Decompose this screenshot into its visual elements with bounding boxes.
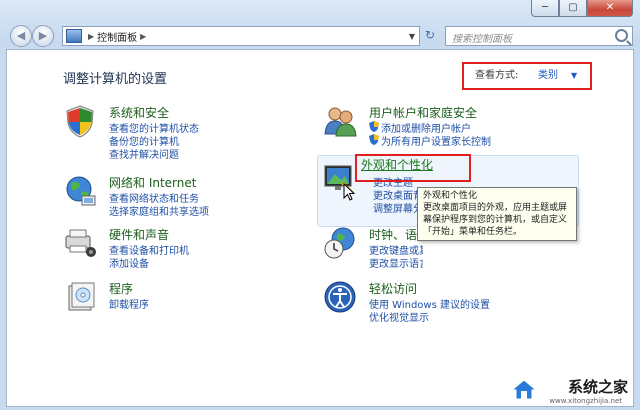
system-security-icon [66,105,94,138]
search-icon[interactable] [615,29,628,42]
window-frame: ─ ▢ ✕ ◀ ▶ ▶ 控制面板 ▶ ▼ ↻ 搜索控制面板 调整计算机的设置 查… [0,0,640,410]
chevron-down-icon[interactable]: ▼ [405,32,419,41]
clock-globe-icon [324,227,355,259]
search-input[interactable]: 搜索控制面板 [445,26,633,46]
tooltip-line: 更改桌面项目的外观，应用主题或屏 [423,203,568,213]
category-title[interactable]: 用户帐户和家庭安全 [369,104,477,121]
link-parental-controls[interactable]: 为所有用户设置家长控制 [381,133,491,148]
house-logo-icon [510,379,538,400]
view-by-selector[interactable]: 查看方式: 类别 ▼ [462,62,592,90]
category-title[interactable]: 轻松访问 [369,280,417,297]
network-icon [66,176,96,206]
category-network: 网络和 Internet 查看网络状态和任务 选择家庭组和共享选项 [63,174,283,222]
view-by-value[interactable]: 类别 [538,64,558,88]
link-uninstall-program[interactable]: 卸载程序 [109,296,149,311]
close-button[interactable]: ✕ [587,0,633,17]
category-user-accounts: 用户帐户和家庭安全 添加或删除用户帐户 为所有用户设置家长控制 [323,104,523,150]
breadcrumb-control-panel[interactable]: 控制面板 [97,29,137,44]
search-placeholder: 搜索控制面板 [452,34,512,45]
navigation-bar: ◀ ▶ ▶ 控制面板 ▶ ▼ ↻ 搜索控制面板 [0,22,640,48]
address-bar[interactable]: ▶ 控制面板 ▶ ▼ [62,26,420,46]
chevron-down-icon[interactable]: ▼ [571,64,577,88]
users-icon [324,107,357,137]
watermark-url: www.xitongzhijia.net [549,397,622,405]
link-homegroup-sharing[interactable]: 选择家庭组和共享选项 [109,203,209,218]
highlight-annotation [355,154,471,182]
content-area: 调整计算机的设置 查看方式: 类别 ▼ 系统和安全 查看您的计算机状态 备份您的… [6,49,634,407]
tooltip-line: 外观和个性化 [423,191,478,201]
programs-icon [68,282,95,311]
category-system-security: 系统和安全 查看您的计算机状态 备份您的计算机 查找并解决问题 [63,104,263,164]
breadcrumb-separator-icon: ▶ [88,31,95,41]
uac-shield-icon [369,121,379,132]
forward-button[interactable]: ▶ [32,25,54,47]
category-clock-language: 时钟、语言和区域 更改键盘或其他输入法 更改显示语言 [323,226,423,274]
back-button[interactable]: ◀ [10,25,32,47]
link-troubleshoot[interactable]: 查找并解决问题 [109,146,179,161]
tooltip-line: 「开始」菜单和任务栏。 [423,227,523,237]
category-programs: 程序 卸载程序 [63,280,263,320]
category-title[interactable]: 程序 [109,280,133,297]
link-optimize-visual-display[interactable]: 优化视觉显示 [369,309,429,324]
hardware-sound-icon [65,229,96,257]
tooltip: 外观和个性化 更改桌面项目的外观，应用主题或屏 幕保护程序到您的计算机，或自定义… [417,187,577,241]
window-controls: ─ ▢ ✕ [531,0,633,18]
tooltip-line: 幕保护程序到您的计算机，或自定义 [423,215,568,225]
watermark-logo: 系统之家 www.xitongzhijia.net [504,374,634,406]
ease-access-icon [324,281,356,313]
category-title[interactable]: 网络和 Internet [109,174,196,191]
minimize-button[interactable]: ─ [531,0,559,17]
control-panel-icon [66,29,82,43]
uac-shield-icon [369,134,379,145]
watermark-text: 系统之家 [567,378,628,396]
category-title[interactable]: 硬件和声音 [109,226,169,243]
maximize-button[interactable]: ▢ [559,0,587,17]
category-ease-of-access: 轻松访问 使用 Windows 建议的设置 优化视觉显示 [323,280,563,328]
category-title[interactable]: 时钟、语言和区域 [369,226,423,243]
mouse-cursor-icon [343,183,355,201]
link-change-display-language[interactable]: 更改显示语言 [369,255,423,270]
category-hardware-sound: 硬件和声音 查看设备和打印机 添加设备 [63,226,263,274]
category-title[interactable]: 系统和安全 [109,104,169,121]
page-title: 调整计算机的设置 [63,72,168,87]
breadcrumb-separator-icon[interactable]: ▶ [140,32,146,41]
refresh-button[interactable]: ↻ [422,27,438,44]
link-add-device[interactable]: 添加设备 [109,255,149,270]
view-by-label: 查看方式: [475,70,519,81]
